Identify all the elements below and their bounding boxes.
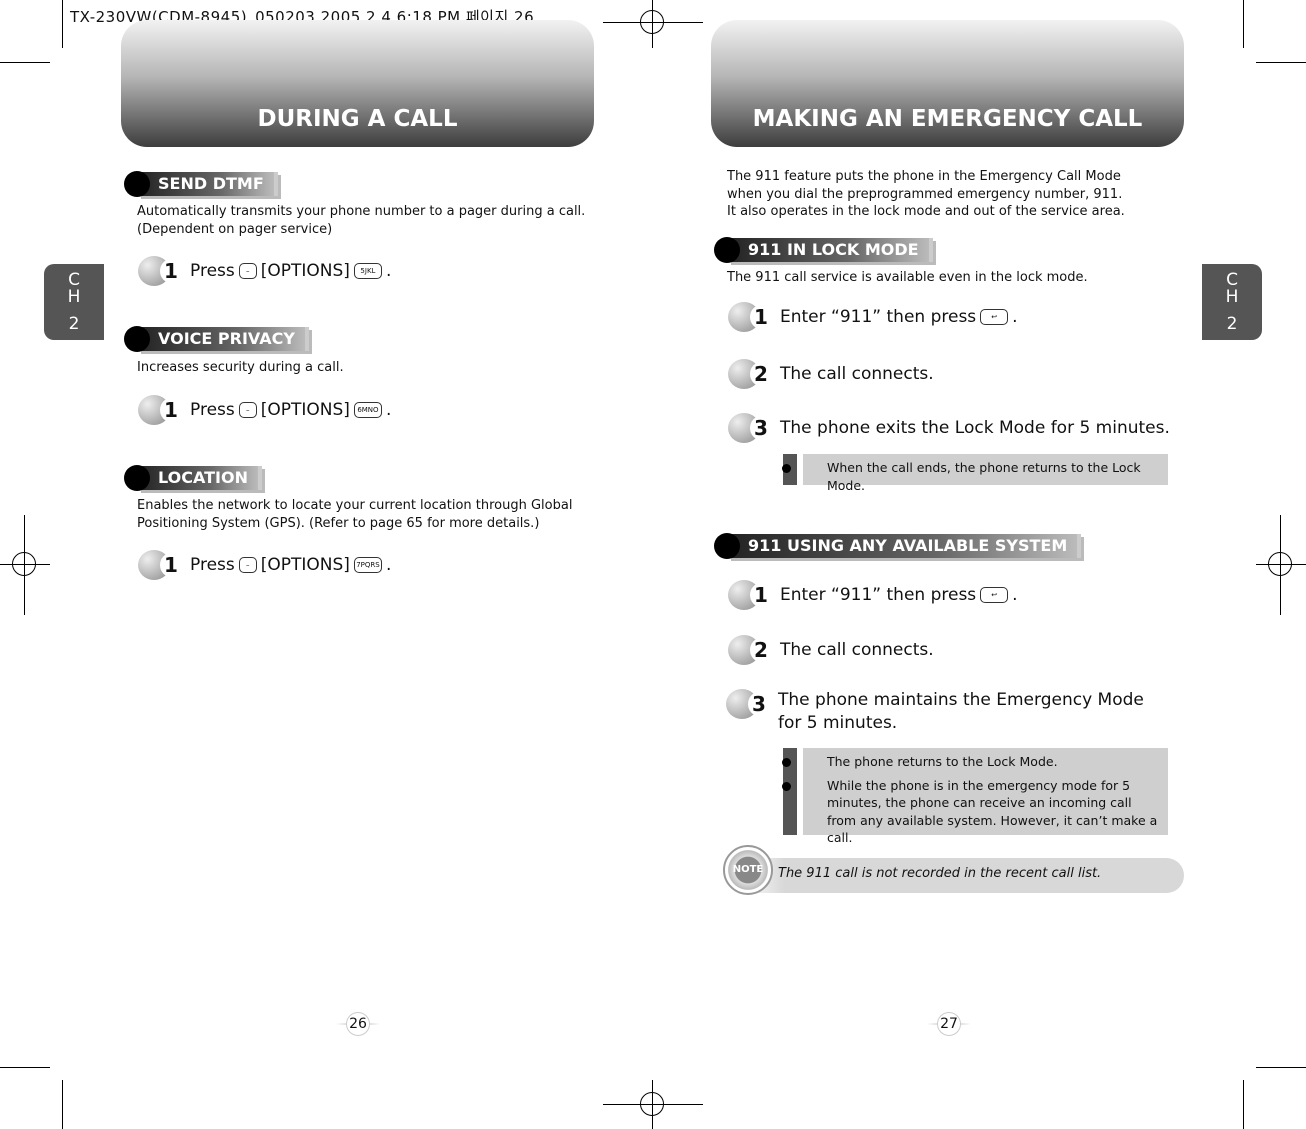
section-description: The 911 call service is available even i… <box>727 270 1088 285</box>
page-number: 26 <box>346 1012 370 1036</box>
section-description: Enables the network to locate your curre… <box>137 498 573 531</box>
crop-mark <box>62 1080 63 1129</box>
section-911-any-system: 911 USING ANY AVAILABLE SYSTEM <box>714 533 1082 559</box>
section-911-lock-mode: 911 IN LOCK MODE <box>714 237 933 263</box>
crop-mark <box>1243 0 1244 48</box>
step: 1 Enter “911” then press ↩. <box>728 580 1018 610</box>
section-description: Automatically transmits your phone numbe… <box>137 204 586 237</box>
note-icon: NOTE <box>723 845 773 895</box>
chapter-tab: CH2 <box>44 264 104 340</box>
soft-key-icon: – <box>238 557 257 573</box>
key-6-icon: 6MNO <box>353 402 382 418</box>
crop-mark <box>0 1067 50 1068</box>
crop-mark <box>1243 1080 1244 1129</box>
crop-mark <box>1256 1067 1306 1068</box>
step: 1 Press – [OPTIONS] 6MNO. <box>138 395 391 425</box>
step: 3 The phone exits the Lock Mode for 5 min… <box>728 413 1170 443</box>
step: 1 Press – [OPTIONS] 7PQRS. <box>138 550 391 580</box>
info-note: The phone returns to the Lock Mode. While… <box>782 748 1168 845</box>
section-send-dtmf: SEND DTMF <box>124 171 278 197</box>
crop-mark <box>0 62 50 63</box>
step: 1 Press – [OPTIONS] 5JKL. <box>138 256 391 286</box>
key-5-icon: 5JKL <box>353 263 382 279</box>
section-voice-privacy: VOICE PRIVACY <box>124 326 309 352</box>
section-location: LOCATION <box>124 465 262 491</box>
page-number: 27 <box>937 1012 961 1036</box>
send-key-icon: ↩ <box>980 587 1009 603</box>
step: 2 The call connects. <box>728 359 934 389</box>
page-title: MAKING AN EMERGENCY CALL <box>711 20 1184 147</box>
info-note: When the call ends, the phone returns to… <box>782 454 1168 493</box>
step: 3 The phone maintains the Emergency Mode f… <box>726 689 1144 735</box>
intro-text: The 911 feature puts the phone in the Em… <box>727 169 1125 219</box>
key-7-icon: 7PQRS <box>353 557 382 573</box>
note-bar: The 911 call is not recorded in the rece… <box>740 858 1184 893</box>
soft-key-icon: – <box>238 263 257 279</box>
step: 1 Enter “911” then press ↩. <box>728 302 1018 332</box>
chapter-tab: CH2 <box>1202 264 1262 340</box>
section-description: Increases security during a call. <box>137 360 344 375</box>
send-key-icon: ↩ <box>980 309 1009 325</box>
step: 2 The call connects. <box>728 635 934 665</box>
soft-key-icon: – <box>238 402 257 418</box>
page-title: DURING A CALL <box>121 20 594 147</box>
crop-mark <box>62 0 63 48</box>
crop-mark <box>1256 62 1306 63</box>
